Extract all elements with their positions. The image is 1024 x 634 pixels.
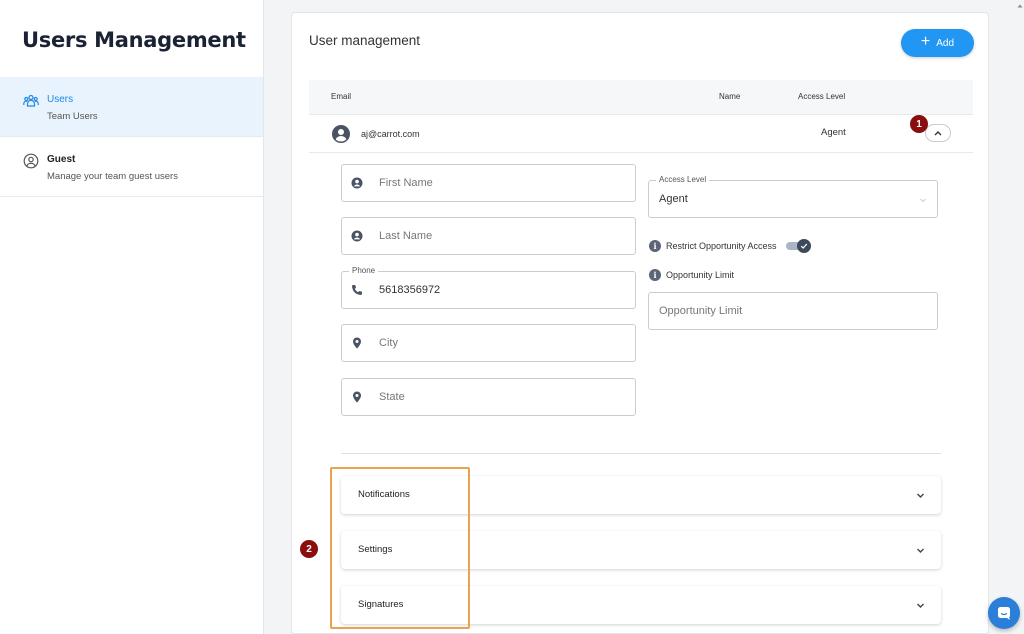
collapse-row-button[interactable] bbox=[925, 124, 951, 142]
scroll-up-arrow-icon[interactable] bbox=[1016, 2, 1024, 10]
sidebar-item-label: Users bbox=[47, 94, 74, 105]
first-name-input[interactable] bbox=[379, 165, 619, 201]
users-icon bbox=[23, 94, 39, 107]
sidebar-item-sublabel: Manage your team guest users bbox=[47, 171, 178, 182]
check-icon bbox=[800, 243, 807, 249]
restrict-opportunity-label: Restrict Opportunity Access bbox=[666, 241, 777, 251]
toggle-knob bbox=[796, 239, 811, 253]
page-title: User management bbox=[309, 33, 421, 48]
table-row[interactable]: aj@carrot.com Agent bbox=[309, 115, 973, 153]
sidebar-item-label: Guest bbox=[47, 154, 76, 165]
info-icon: i bbox=[649, 240, 661, 252]
phone-field[interactable]: Phone bbox=[341, 266, 636, 309]
sidebar-item-guest[interactable]: Guest Manage your team guest users bbox=[0, 137, 263, 197]
last-name-input[interactable] bbox=[379, 218, 619, 254]
restrict-opportunity-toggle[interactable] bbox=[785, 239, 812, 253]
phone-label: Phone bbox=[349, 266, 379, 275]
user-avatar-icon bbox=[332, 125, 350, 143]
chevron-down-icon bbox=[917, 603, 924, 608]
restrict-opportunity-row: i Restrict Opportunity Access bbox=[649, 239, 812, 253]
phone-input[interactable] bbox=[379, 272, 619, 308]
person-icon bbox=[351, 177, 363, 189]
annotation-marker-2: 2 bbox=[300, 540, 318, 558]
caret-down-icon bbox=[920, 198, 926, 203]
chat-launcher-button[interactable] bbox=[988, 597, 1020, 629]
column-header-name: Name bbox=[719, 92, 741, 101]
chevron-down-icon bbox=[917, 493, 924, 498]
opportunity-limit-label: Opportunity Limit bbox=[666, 270, 735, 280]
sidebar: Users Management Users Team Users Guest … bbox=[0, 0, 264, 634]
state-input[interactable] bbox=[379, 379, 619, 415]
state-field[interactable] bbox=[341, 378, 636, 416]
phone-icon bbox=[352, 285, 362, 295]
chat-icon bbox=[998, 607, 1010, 620]
guest-icon bbox=[23, 153, 39, 169]
sidebar-title: Users Management bbox=[22, 28, 246, 52]
first-name-field[interactable] bbox=[341, 164, 636, 202]
sidebar-item-users[interactable]: Users Team Users bbox=[0, 77, 263, 137]
city-input[interactable] bbox=[379, 325, 619, 361]
opportunity-limit-row: i Opportunity Limit bbox=[649, 269, 734, 281]
access-level-value: Agent bbox=[659, 193, 688, 205]
sidebar-item-sublabel: Team Users bbox=[47, 111, 98, 122]
scrollbar[interactable] bbox=[1016, 0, 1024, 634]
opportunity-limit-input[interactable] bbox=[659, 293, 899, 329]
city-field[interactable] bbox=[341, 324, 636, 362]
plus-icon: + bbox=[920, 33, 931, 50]
column-header-access-level: Access Level bbox=[798, 92, 846, 101]
user-email: aj@carrot.com bbox=[361, 129, 420, 139]
chevron-up-icon bbox=[934, 131, 942, 136]
add-user-button[interactable]: + Add bbox=[901, 29, 974, 57]
user-access-level: Agent bbox=[821, 127, 846, 138]
person-icon bbox=[351, 230, 363, 242]
column-header-email: Email bbox=[331, 92, 352, 101]
annotation-marker-1: 1 bbox=[910, 115, 928, 133]
access-level-select[interactable]: Access Level Agent bbox=[648, 175, 938, 218]
location-pin-icon bbox=[353, 337, 361, 349]
info-icon: i bbox=[649, 269, 661, 281]
opportunity-limit-field[interactable] bbox=[648, 292, 938, 330]
add-button-label: Add bbox=[936, 37, 955, 49]
location-pin-icon bbox=[353, 391, 361, 403]
chevron-down-icon bbox=[917, 548, 924, 553]
annotation-highlight-box bbox=[330, 467, 470, 629]
last-name-field[interactable] bbox=[341, 217, 636, 255]
table-header: Email Name Access Level bbox=[309, 80, 973, 115]
access-level-label: Access Level bbox=[656, 175, 710, 184]
section-divider bbox=[341, 453, 941, 454]
